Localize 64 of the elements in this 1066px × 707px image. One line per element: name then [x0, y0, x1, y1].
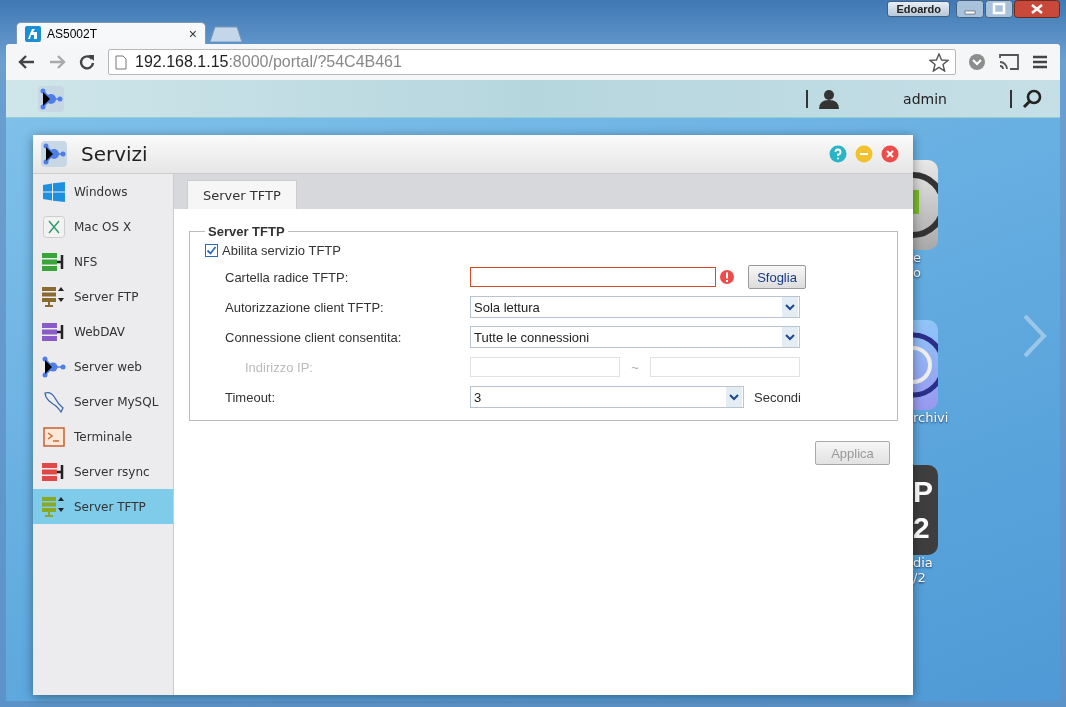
menu-icon[interactable]	[1032, 55, 1048, 69]
sidebar-item[interactable]: Windows	[33, 174, 173, 209]
site-logo-icon	[25, 25, 41, 42]
field-label: Timeout:	[224, 389, 277, 405]
tab-close-button[interactable]: ×	[188, 25, 197, 42]
app-tile-icon[interactable]: P 2	[913, 465, 938, 555]
address-bar[interactable]: 192.168.1.15:8000/portal/?54C4B461	[108, 49, 956, 75]
window-title: Servizi	[81, 142, 149, 166]
field-label: Autorizzazione client TFTP:	[224, 299, 385, 315]
windows-logo-icon	[42, 181, 66, 202]
page-icon	[115, 54, 127, 70]
dropdown[interactable]: Tutte le connessioni	[470, 326, 800, 348]
checkbox-label: Abilita servizio TFTP	[222, 243, 341, 258]
sidebar-item[interactable]: Mac OS X	[33, 209, 173, 244]
sidebar-item[interactable]: Server MySQL	[33, 384, 173, 419]
maximize-icon[interactable]	[985, 0, 1013, 18]
sidebar-item[interactable]: Server TFTP	[33, 489, 173, 524]
sidebar-item[interactable]: NFS	[33, 244, 173, 279]
close-icon[interactable]	[1014, 0, 1060, 18]
tile-letter: 2	[913, 510, 931, 546]
user-name[interactable]: admin	[850, 90, 1000, 107]
user-icon[interactable]	[818, 88, 840, 109]
range-separator: ~	[630, 359, 640, 375]
profile-button[interactable]: Edoardo	[887, 1, 950, 17]
app-label: /2	[913, 570, 926, 585]
group-title: Server TFTP	[207, 224, 286, 239]
dropdown[interactable]: Sola lettura	[470, 296, 800, 318]
browser-tab[interactable]: AS5002T ×	[16, 22, 206, 44]
network-nodes-icon	[42, 355, 66, 378]
x-icon	[42, 215, 66, 238]
app-label: e	[913, 250, 921, 265]
sidebar-item[interactable]: WebDAV	[33, 314, 173, 349]
back-arrow-icon[interactable]	[18, 53, 36, 71]
checkbox[interactable]	[205, 244, 218, 257]
browse-button[interactable]: Sfoglia	[748, 265, 806, 289]
sidebar-item[interactable]: Server FTP	[33, 279, 173, 314]
star-icon[interactable]	[929, 52, 949, 72]
cast-icon[interactable]	[998, 53, 1020, 71]
reload-icon[interactable]	[78, 53, 96, 71]
url-text: 192.168.1.15:8000/portal/?54C4B461	[135, 53, 403, 71]
input-field[interactable]	[470, 267, 716, 287]
sidebar-item[interactable]: Terminale	[33, 419, 173, 454]
field-label: Indirizzo IP:	[244, 359, 314, 375]
error-icon	[720, 270, 734, 284]
app-label: dia	[913, 555, 933, 570]
field-label: Cartella radice TFTP:	[224, 269, 350, 285]
app-tile-icon[interactable]	[913, 160, 938, 250]
extension-icon[interactable]	[968, 53, 986, 71]
unit-label: Secondi	[754, 389, 801, 405]
app-tile-icon[interactable]	[913, 320, 938, 410]
search-icon[interactable]	[1022, 88, 1042, 109]
tile-letter: P	[913, 474, 934, 510]
services-app-icon[interactable]	[38, 85, 64, 112]
dropdown[interactable]: 3	[470, 386, 744, 408]
minimize-icon[interactable]	[956, 0, 984, 18]
sidebar-item[interactable]: Server rsync	[33, 454, 173, 489]
sidebar-item[interactable]: Server web	[33, 349, 173, 384]
app-label: o	[913, 265, 921, 280]
field-label: Connessione client consentita:	[224, 329, 403, 345]
tab-title: AS5002T	[47, 26, 99, 41]
app-label: rchivi	[913, 410, 949, 425]
services-app-icon	[41, 141, 67, 167]
terminal-icon	[42, 426, 66, 447]
content-tab[interactable]: Server TFTP	[187, 180, 297, 209]
